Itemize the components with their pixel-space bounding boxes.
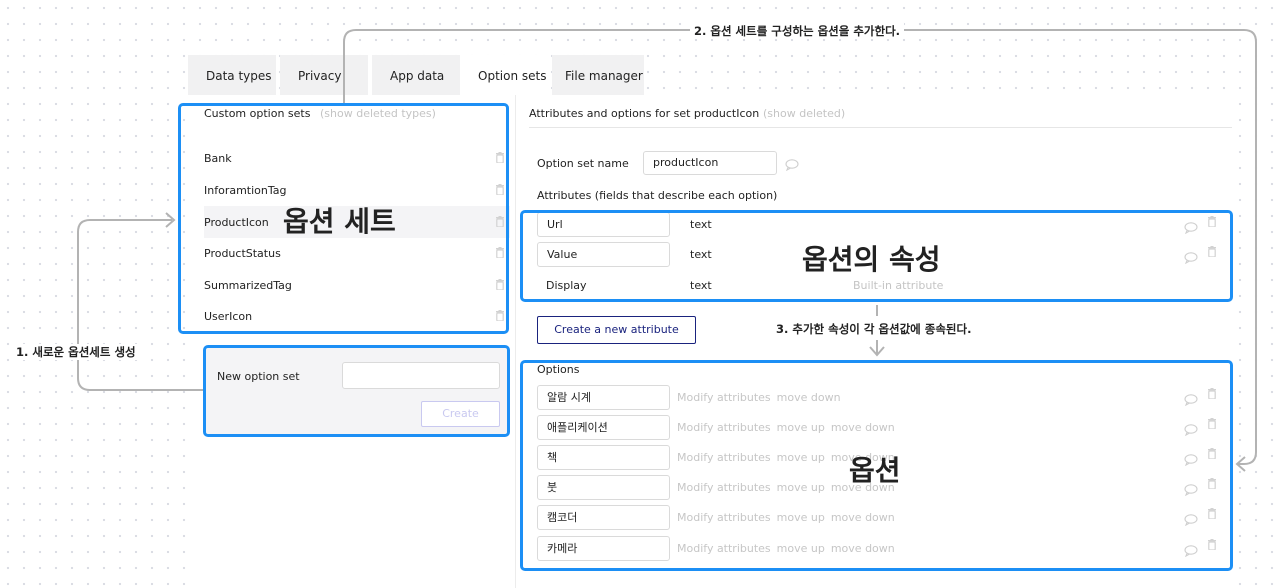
note-step-3: 3. 추가한 속성이 각 옵션값에 종속된다.: [772, 321, 976, 337]
overlay-label-option-sets: 옵션 세트: [283, 205, 396, 238]
annotation-arrows: [77, 29, 1257, 472]
overlay-label-options: 옵션: [849, 454, 901, 487]
note-step-1: 1. 새로운 옵션세트 생성: [12, 344, 140, 360]
arrow-2: [343, 29, 1257, 465]
arrow-1: [77, 219, 203, 391]
overlay-label-attributes: 옵션의 속성: [802, 243, 941, 276]
note-step-2: 2. 옵션 세트를 구성하는 옵션을 추가한다.: [690, 23, 905, 39]
